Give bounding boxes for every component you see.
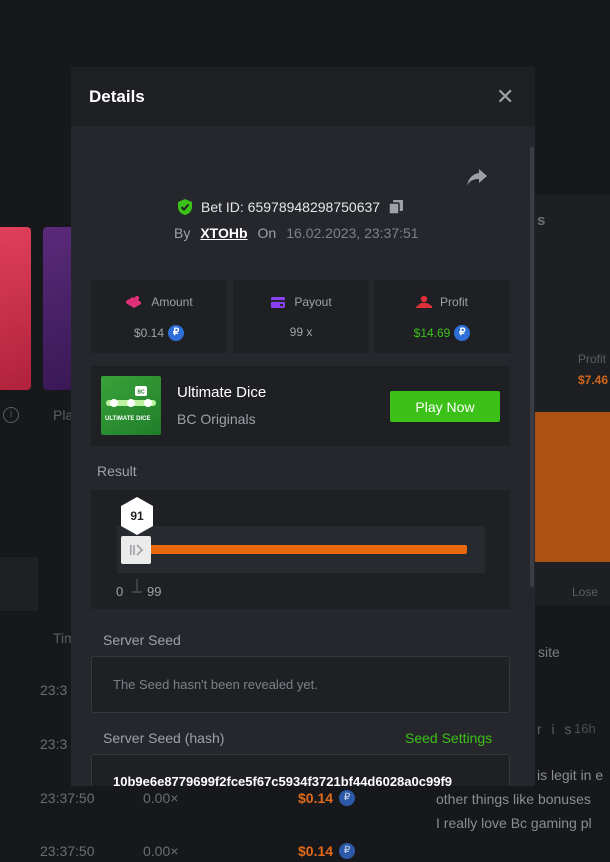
background-profit-value: $7.46 (578, 373, 609, 387)
payout-value: 99 x (289, 325, 313, 339)
close-icon[interactable]: ✕ (496, 84, 514, 110)
profit-value-row: $14.69 ₽ (374, 325, 510, 341)
background-lose-label: Lose (572, 585, 599, 599)
result-panel: 91 0 99 (91, 490, 510, 609)
game-name: Ultimate Dice (177, 384, 267, 401)
result-label: Result (97, 463, 137, 479)
background-chat-line: other things like bonuses (436, 791, 591, 807)
bet-details-modal: Details ✕ Bet ID: 65978948298750637 By X… (71, 67, 535, 786)
profit-stat-label-row: Profit (374, 295, 510, 309)
result-bar (122, 545, 467, 554)
user-link[interactable]: XTOHb (200, 225, 247, 241)
bet-datetime: 16.02.2023, 23:37:51 (286, 225, 419, 241)
svg-text:BC: BC (137, 390, 145, 396)
background-time: 23:3 (40, 682, 68, 698)
range-divider-icon (132, 579, 142, 593)
background-multiplier: 0.00× (143, 790, 179, 806)
background-chat-user: r i s (537, 721, 575, 737)
server-seed-field[interactable]: The Seed hasn't been revealed yet. (91, 656, 510, 713)
payout-value-row: 99 x (233, 325, 369, 339)
profit-icon (415, 295, 432, 308)
result-marker: 91 (119, 496, 155, 536)
payout-stat: Payout 99 x (233, 280, 369, 353)
dice-game-art: BC (106, 386, 156, 407)
background-time: 23:37:50 (40, 790, 95, 806)
amount-stat: Amount $0.14 ₽ (91, 280, 227, 353)
amount-value-row: $0.14 ₽ (91, 325, 227, 341)
server-seed-text: The Seed hasn't been revealed yet. (113, 677, 318, 692)
amount-value: $0.14 (133, 326, 165, 340)
background-profit-label: Profit (578, 352, 607, 366)
background-time: 23:3 (40, 736, 68, 752)
background-multiplier: 0.00× (143, 843, 179, 859)
profit-label: Profit (439, 295, 468, 309)
share-icon[interactable] (466, 167, 488, 192)
profit-stat: Profit $14.69 ₽ (374, 280, 510, 353)
coin-icon: ₽ (339, 790, 355, 806)
game-thumb-title: ULTIMATE DICE (105, 416, 151, 422)
modal-header: Details ✕ (71, 67, 535, 126)
play-now-button[interactable]: Play Now (390, 391, 500, 422)
seed-settings-link[interactable]: Seed Settings (405, 730, 492, 746)
range-min: 0 (116, 584, 124, 599)
background-chat-line: is legit in e (537, 767, 604, 783)
coin-icon: ₽ (339, 843, 355, 859)
by-label: By (174, 225, 191, 241)
modal-title: Details (89, 87, 145, 106)
game-provider: BC Originals (177, 411, 256, 427)
verified-shield-icon (178, 199, 192, 215)
on-label: On (257, 225, 277, 241)
server-seed-hash-label: Server Seed (hash) (103, 730, 225, 746)
bet-id: Bet ID: 65978948298750637 (201, 199, 381, 215)
background-tab[interactable] (0, 557, 38, 611)
amount-icon (126, 295, 142, 308)
background-chat-time: 16h (574, 721, 596, 736)
copy-icon[interactable] (388, 199, 404, 215)
profit-value: $14.69 (413, 326, 451, 340)
amount-stat-label-row: Amount (91, 295, 227, 309)
scrollbar[interactable] (530, 147, 534, 587)
background-time: 23:37:50 (40, 843, 95, 859)
range-max: 99 (147, 584, 162, 599)
info-icon[interactable]: i (3, 407, 19, 423)
coin-icon: ₽ (454, 325, 471, 341)
game-card: BC ULTIMATE DICE Ultimate Dice BC Origin… (91, 366, 510, 446)
coin-icon: ₽ (168, 325, 185, 341)
background-chart-area (535, 412, 610, 562)
payout-label: Payout (294, 295, 332, 309)
background-site-text: site (538, 644, 560, 660)
game-thumbnail[interactable]: BC ULTIMATE DICE (101, 376, 161, 435)
game-card-thumbnail[interactable] (43, 227, 71, 390)
bet-meta-row: By XTOHb On 16.02.2023, 23:37:51 (174, 225, 419, 241)
background-amount: $0.14 (298, 843, 334, 859)
payout-stat-label-row: Payout (233, 295, 369, 309)
drag-handle-icon (130, 544, 144, 556)
background-chat-line: I really love Bc gaming pl (436, 815, 592, 831)
server-seed-label: Server Seed (103, 632, 181, 648)
amount-label: Amount (151, 295, 193, 309)
server-seed-hash-value: 10b9e6e8779699f2fce5f67c5934f3721bf44d60… (113, 774, 452, 786)
server-seed-hash-field[interactable]: 10b9e6e8779699f2fce5f67c5934f3721bf44d60… (91, 754, 510, 786)
background-heading: s (537, 212, 546, 229)
background-amount: $0.14 (298, 790, 334, 806)
result-value: 91 (130, 509, 144, 523)
game-card-thumbnail[interactable] (0, 227, 31, 390)
slider-handle[interactable] (121, 536, 151, 564)
bet-id-row: Bet ID: 65978948298750637 (177, 199, 404, 215)
payout-icon (271, 296, 286, 308)
